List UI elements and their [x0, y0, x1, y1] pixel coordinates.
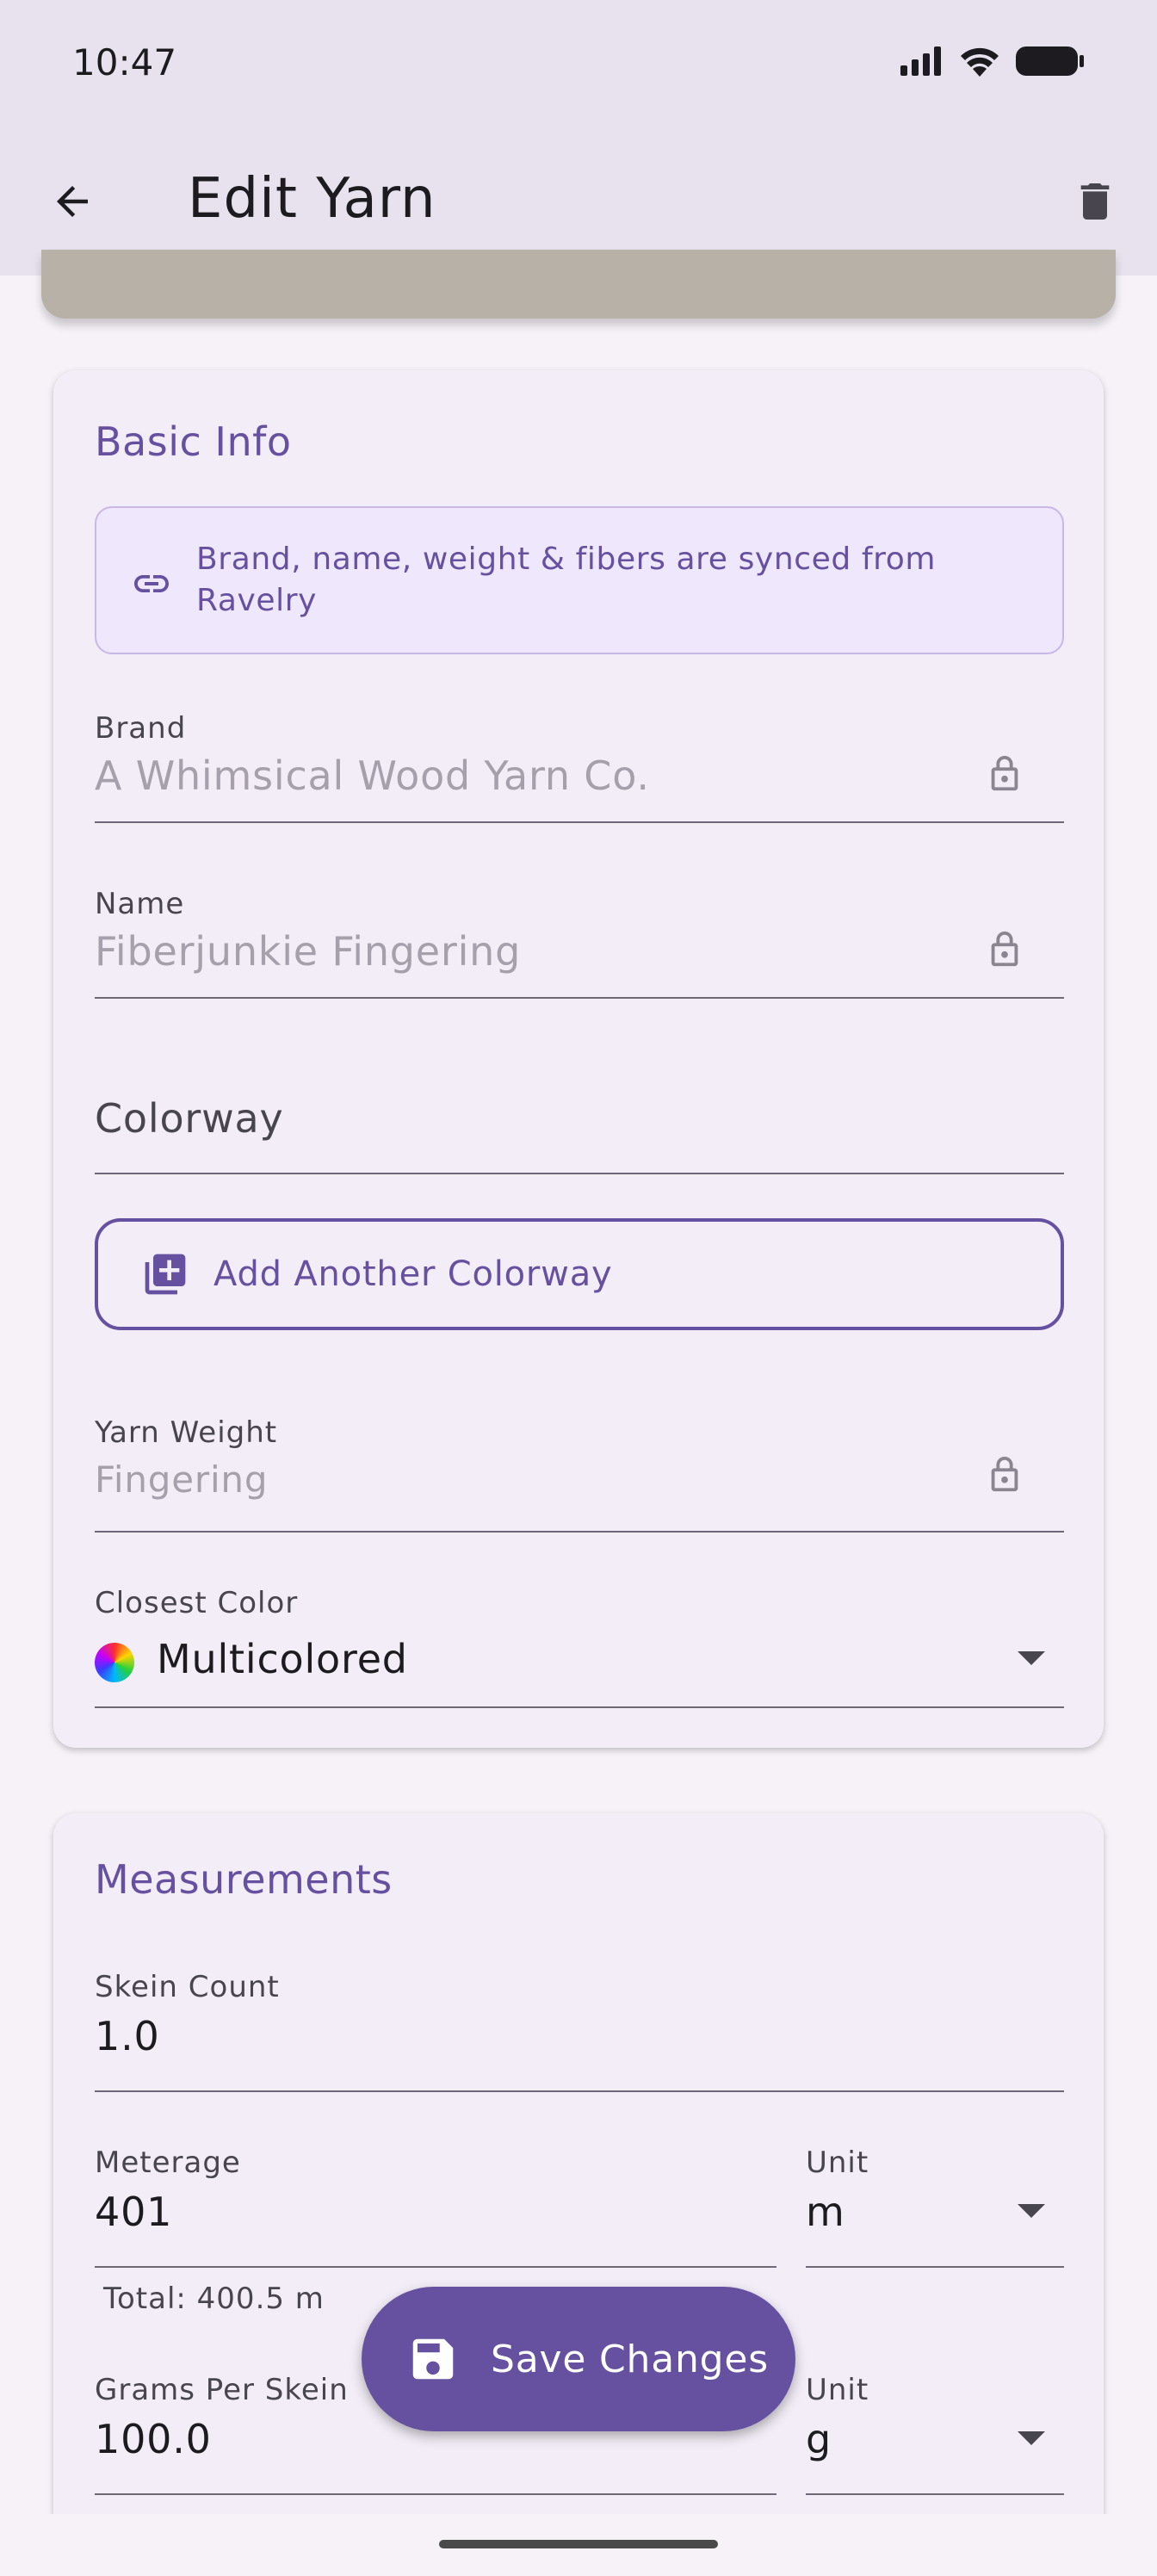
chevron-down-icon	[1018, 2431, 1045, 2445]
home-indicator[interactable]	[439, 2540, 718, 2548]
brand-value: A Whimsical Wood Yarn Co.	[95, 752, 650, 799]
add-colorway-button[interactable]: Add Another Colorway	[95, 1218, 1064, 1330]
status-icons	[900, 45, 1085, 77]
grams-unit-value: g	[806, 2416, 832, 2462]
meterage-field[interactable]: Meterage 401	[95, 2130, 776, 2268]
chevron-down-icon	[1018, 1651, 1045, 1665]
ravelry-sync-notice: Brand, name, weight & fibers are synced …	[95, 506, 1064, 654]
yarn-weight-field[interactable]: Yarn Weight Fingering	[95, 1400, 1064, 1533]
wifi-icon	[961, 47, 999, 77]
previous-card-edge	[41, 250, 1116, 319]
multicolor-swatch-icon	[95, 1643, 134, 1682]
status-time: 10:47	[72, 41, 177, 84]
colorway-placeholder: Colorway	[95, 1095, 284, 1142]
yarn-weight-label: Yarn Weight	[95, 1415, 278, 1450]
closest-color-value: Multicolored	[157, 1636, 408, 1682]
status-bar: 10:47	[0, 0, 1157, 129]
lock-icon	[991, 755, 1018, 791]
back-button[interactable]	[41, 170, 103, 232]
arrow-back-icon	[57, 186, 88, 217]
measurements-card: Measurements Skein Count 1.0 Meterage 40…	[53, 1813, 1104, 2576]
name-field[interactable]: Name Fiberjunkie Fingering	[95, 878, 1064, 999]
grams-unit-dropdown[interactable]: Unit g	[806, 2357, 1064, 2495]
brand-field[interactable]: Brand A Whimsical Wood Yarn Co.	[95, 703, 1064, 823]
meterage-value: 401	[95, 2189, 173, 2235]
meterage-unit-label: Unit	[806, 2146, 869, 2180]
signal-icon	[900, 46, 941, 76]
grams-per-skein-label: Grams Per Skein	[95, 2373, 349, 2407]
basic-info-title: Basic Info	[95, 418, 292, 465]
lock-icon	[991, 1456, 1018, 1492]
meterage-unit-value: m	[806, 2189, 845, 2235]
battery-icon	[1016, 46, 1084, 76]
brand-label: Brand	[95, 711, 187, 746]
sync-notice-text: Brand, name, weight & fibers are synced …	[196, 542, 937, 618]
measurements-title: Measurements	[95, 1856, 393, 1903]
meterage-total-helper: Total: 400.5 m	[103, 2282, 325, 2316]
add-box-icon	[145, 1254, 186, 1295]
closest-color-dropdown[interactable]: Closest Color Multicolored	[95, 1576, 1064, 1708]
trash-icon	[1080, 183, 1110, 220]
name-label: Name	[95, 887, 185, 921]
add-colorway-label: Add Another Colorway	[213, 1254, 613, 1294]
lock-icon	[991, 931, 1018, 967]
skein-count-label: Skein Count	[95, 1970, 280, 2004]
closest-color-label: Closest Color	[95, 1586, 299, 1620]
link-icon	[134, 575, 169, 592]
grams-per-skein-value: 100.0	[95, 2416, 212, 2462]
chevron-down-icon	[1018, 2204, 1045, 2218]
skein-count-field[interactable]: Skein Count 1.0	[95, 1954, 1064, 2092]
meterage-unit-dropdown[interactable]: Unit m	[806, 2130, 1064, 2268]
delete-button[interactable]	[1064, 170, 1126, 232]
save-changes-button[interactable]: Save Changes	[362, 2287, 795, 2431]
grams-unit-label: Unit	[806, 2373, 869, 2407]
save-changes-label: Save Changes	[491, 2337, 769, 2381]
colorway-field[interactable]: Colorway	[95, 1054, 1064, 1174]
save-icon	[412, 2338, 454, 2380]
name-value: Fiberjunkie Fingering	[95, 928, 522, 975]
page-title: Edit Yarn	[188, 167, 436, 231]
skein-count-value: 1.0	[95, 2013, 160, 2059]
yarn-weight-value: Fingering	[95, 1458, 269, 1501]
meterage-label: Meterage	[95, 2146, 241, 2180]
basic-info-card: Basic Info Brand, name, weight & fibers …	[53, 370, 1104, 1748]
